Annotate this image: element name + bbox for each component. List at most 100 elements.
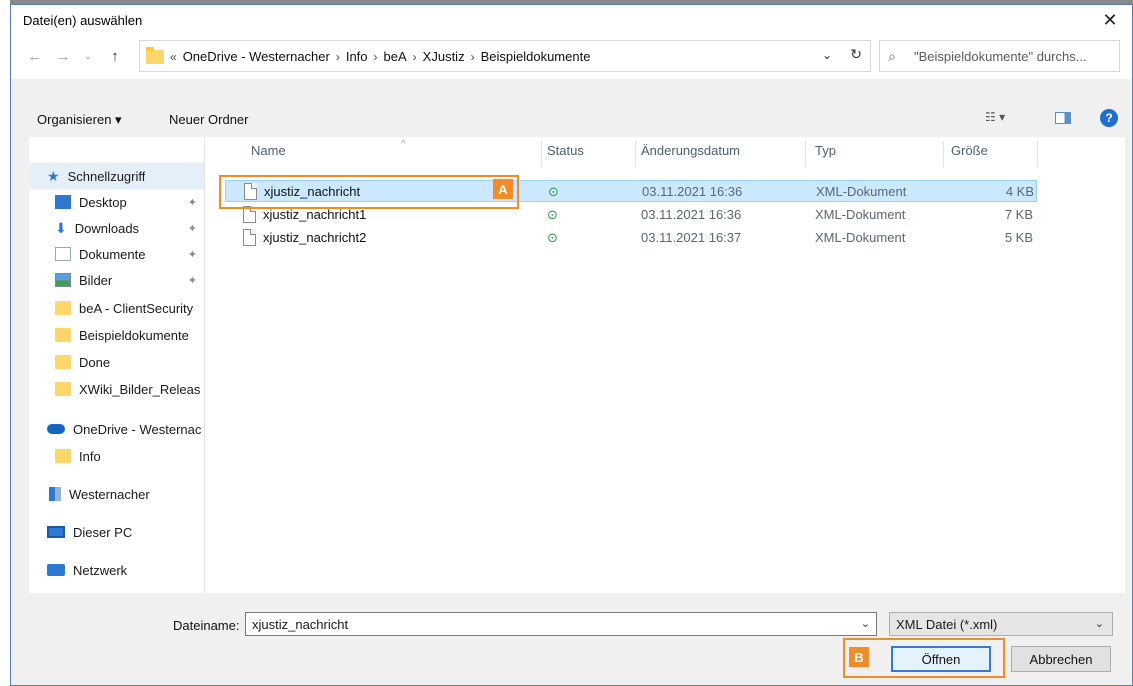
sidebar-item-bilder[interactable]: Bilder ✦ [29,267,204,293]
chevron-down-icon: ⌄ [1094,618,1104,630]
file-list: Name ^ Status Änderungsdatum Typ Größe x… [219,137,1125,593]
new-folder-button[interactable]: Neuer Ordner [169,112,248,127]
sidebar-item-info[interactable]: Info [29,443,204,469]
sidebar-item-label: Beispieldokumente [79,327,189,343]
download-icon: ⬇ [55,220,67,236]
column-divider[interactable] [541,141,542,167]
column-header-status[interactable]: Status [547,143,584,167]
title-bar: Datei(en) auswählen ✕ [11,5,1132,35]
sidebar-item-label: Schnellzugriff [67,168,146,184]
column-header-name[interactable]: Name ^ [251,139,406,167]
help-icon[interactable]: ? [1100,109,1118,127]
chevron-right-icon[interactable]: › [471,50,475,64]
navigation-pane: ★ Schnellzugriff Desktop ✦ ⬇ Downloads ✦… [29,137,205,593]
pin-icon: ✦ [187,196,197,209]
file-size: 4 KB [1005,184,1034,199]
search-input[interactable]: ⌕ "Beispieldokumente" durchs... [879,40,1120,72]
file-type: XML-Dokument [815,207,906,222]
column-header-label: Name [251,143,286,158]
pc-icon [47,526,65,538]
sidebar-item-schnellzugriff[interactable]: ★ Schnellzugriff [29,163,204,189]
filetype-value: XML Datei (*.xml) [896,617,998,632]
cloud-icon [47,424,65,434]
dialog-title: Datei(en) auswählen [23,13,143,28]
close-icon[interactable]: ✕ [1096,8,1124,32]
breadcrumb-item-beispieldokumente[interactable]: Beispieldokumente [481,49,591,64]
breadcrumb-overflow[interactable]: « [170,50,177,64]
sidebar-item-label: Netzwerk [73,562,128,578]
address-bar[interactable]: « OneDrive - Westernacher › Info › beA ›… [139,40,871,72]
chevron-down-icon[interactable]: ⌄ [861,617,870,630]
sync-status-icon: ⊙ [548,184,559,199]
open-button[interactable]: Öffnen [891,646,991,672]
background-window-edge [0,0,10,686]
sidebar-item-done[interactable]: Done [29,349,204,375]
chevron-right-icon[interactable]: › [413,50,417,64]
breadcrumb-item-bea[interactable]: beA [384,49,407,64]
sync-status-icon: ⊙ [547,230,558,245]
column-divider[interactable] [805,141,806,167]
up-arrow-icon[interactable]: ↑ [105,43,125,69]
column-header-size[interactable]: Größe [951,143,988,167]
sidebar-item-onedrive[interactable]: OneDrive - Westernac [29,416,204,442]
documents-icon [55,247,71,261]
chevron-right-icon[interactable]: › [336,50,340,64]
sidebar-item-label: Done [79,354,111,370]
column-divider[interactable] [635,141,636,167]
search-icon: ⌕ [888,48,896,64]
sidebar-item-label: Info [79,448,101,464]
sidebar-item-label: Westernacher [69,486,150,502]
command-bar: Organisieren ▾ Neuer Ordner [11,105,1132,135]
file-size: 7 KB [1004,207,1033,222]
column-divider[interactable] [943,141,944,167]
sidebar-item-westernacher[interactable]: Westernacher [29,481,204,507]
recent-locations-chevron-icon[interactable]: ⌄ [81,43,95,69]
sidebar-item-label: Dokumente [79,246,146,262]
sidebar-item-dokumente[interactable]: Dokumente ✦ [29,241,204,267]
filename-label: Dateiname: [173,618,240,633]
pin-icon: ✦ [187,222,197,235]
folder-icon [146,47,164,64]
content-area: ★ Schnellzugriff Desktop ✦ ⬇ Downloads ✦… [29,137,1125,593]
sidebar-item-label: Bilder [79,272,113,288]
forward-arrow-icon[interactable]: → [53,43,73,69]
filename-field[interactable]: xjustiz_nachricht ⌄ [245,612,877,636]
file-row[interactable]: xjustiz_nachricht2 ⊙ 03.11.2021 16:37 XM… [225,227,1037,249]
breadcrumb-item-onedrive[interactable]: OneDrive - Westernacher [183,49,330,64]
sidebar-item-downloads[interactable]: ⬇ Downloads ✦ [29,215,204,241]
highlight-box-a [219,175,519,209]
file-type: XML-Dokument [815,230,906,245]
chevron-down-icon[interactable]: ⌄ [822,48,832,62]
chevron-right-icon[interactable]: › [374,50,378,64]
file-name: xjustiz_nachricht2 [263,230,367,245]
view-options-icon[interactable]: ☷ ▾ [985,110,1005,124]
sidebar-item-beispieldokumente[interactable]: Beispieldokumente [29,322,204,348]
sidebar-item-netzwerk[interactable]: Netzwerk [29,557,204,583]
sidebar-item-label: Dieser PC [73,524,133,540]
star-icon: ★ [47,168,60,184]
back-arrow-icon[interactable]: ← [25,43,45,69]
building-icon [49,487,61,501]
refresh-icon[interactable]: ↻ [850,46,862,63]
cancel-button[interactable]: Abbrechen [1011,646,1111,672]
sidebar-item-dieser-pc[interactable]: Dieser PC [29,519,204,545]
pin-icon: ✦ [187,274,197,287]
marker-a: A [493,179,513,199]
folder-icon [55,301,71,315]
breadcrumb-item-info[interactable]: Info [346,49,368,64]
sidebar-item-xwiki-bilder[interactable]: XWiki_Bilder_Releas [29,376,204,402]
column-header-type[interactable]: Typ [815,143,836,167]
column-header-date[interactable]: Änderungsdatum [641,143,740,167]
breadcrumb-item-xjustiz[interactable]: XJustiz [423,49,465,64]
organize-button[interactable]: Organisieren ▾ [37,112,122,128]
preview-pane-icon[interactable] [1055,112,1071,124]
file-name: xjustiz_nachricht1 [263,207,367,222]
sidebar-item-desktop[interactable]: Desktop ✦ [29,189,204,215]
filetype-select[interactable]: XML Datei (*.xml) ⌄ [889,612,1113,636]
sidebar-item-bea-clientsecurity[interactable]: beA - ClientSecurity [29,295,204,321]
sidebar-item-label: OneDrive - Westernac [73,421,202,437]
file-icon [243,229,256,246]
column-divider[interactable] [1037,141,1038,167]
sidebar-item-label: beA - ClientSecurity [79,300,194,316]
pictures-icon [55,273,71,287]
